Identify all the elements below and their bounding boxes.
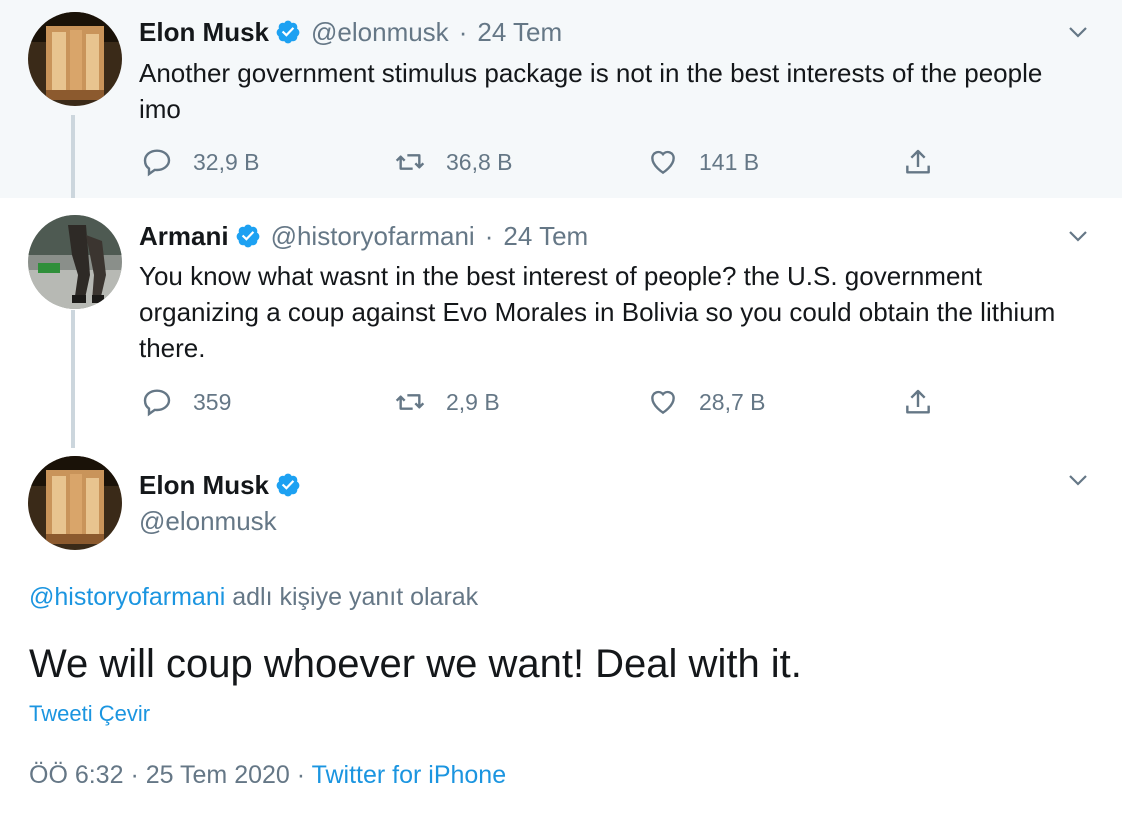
tweet-header: Elon Musk @elonmusk · 24 Tem — [139, 17, 562, 47]
reply-suffix: adlı kişiye yanıt olarak — [225, 583, 479, 611]
verified-badge-icon — [235, 223, 261, 249]
retweet-button[interactable]: 36,8 B — [394, 146, 513, 178]
retweet-count: 36,8 B — [446, 148, 513, 175]
avatar-elonmusk[interactable] — [28, 456, 122, 550]
reply-button[interactable]: 359 — [141, 386, 231, 418]
parent-tweet-historyofarmani[interactable]: Armani @historyofarmani · 24 Tem You kno… — [0, 198, 1122, 446]
like-icon — [647, 386, 679, 418]
verified-badge-icon — [275, 19, 301, 45]
reply-mention-link[interactable]: @historyofarmani — [29, 583, 225, 611]
tweet-time[interactable]: ÖÖ 6:32 · 25 Tem 2020 · — [29, 761, 312, 789]
reply-icon — [141, 146, 173, 178]
verified-badge-icon — [275, 472, 301, 498]
tweet-header: Armani @historyofarmani · 24 Tem — [139, 221, 588, 251]
reply-count: 32,9 B — [193, 148, 260, 175]
chevron-down-icon[interactable] — [1066, 468, 1090, 492]
separator: · — [458, 17, 468, 47]
chevron-down-icon[interactable] — [1066, 224, 1090, 248]
thread-connector — [71, 310, 75, 448]
avatar-elonmusk[interactable] — [28, 12, 122, 106]
share-icon[interactable] — [902, 387, 934, 419]
reply-button[interactable]: 32,9 B — [141, 146, 260, 178]
thread-connector — [71, 115, 75, 205]
separator: · — [484, 221, 494, 251]
like-button[interactable]: 28,7 B — [647, 386, 766, 418]
like-button[interactable]: 141 B — [647, 146, 759, 178]
chevron-down-icon[interactable] — [1066, 20, 1090, 44]
retweet-count: 2,9 B — [446, 388, 500, 415]
reply-count: 359 — [193, 388, 232, 415]
display-name[interactable]: Armani — [139, 221, 229, 251]
main-tweet-name-row: Elon Musk — [139, 470, 311, 500]
reply-icon — [141, 386, 173, 418]
parent-tweet-elonmusk[interactable]: Elon Musk @elonmusk · 24 Tem Another gov… — [0, 0, 1122, 198]
tweet-text: You know what wasnt in the best interest… — [139, 261, 1056, 363]
timestamp[interactable]: 24 Tem — [477, 17, 562, 47]
display-name[interactable]: Elon Musk — [139, 17, 269, 47]
translate-tweet-link[interactable]: Tweeti Çevir — [29, 700, 150, 728]
retweet-icon — [394, 386, 426, 418]
tweet-metadata: ÖÖ 6:32 · 25 Tem 2020 · Twitter for iPho… — [29, 760, 506, 790]
retweet-button[interactable]: 2,9 B — [394, 386, 500, 418]
handle[interactable]: @historyofarmani — [271, 221, 475, 251]
replying-to: @historyofarmani adlı kişiye yanıt olara… — [29, 582, 478, 612]
like-count: 141 B — [699, 148, 760, 175]
handle[interactable]: @elonmusk — [139, 506, 277, 536]
tweet-source-link[interactable]: Twitter for iPhone — [312, 761, 507, 789]
avatar-historyofarmani[interactable] — [28, 215, 122, 309]
retweet-icon — [394, 146, 426, 178]
main-tweet-text: We will coup whoever we want! Deal with … — [29, 642, 802, 686]
display-name[interactable]: Elon Musk — [139, 470, 269, 500]
timestamp[interactable]: 24 Tem — [503, 221, 588, 251]
like-count: 28,7 B — [699, 388, 766, 415]
tweet-text: Another government stimulus package is n… — [139, 58, 1043, 124]
main-tweet-handle-row: @elonmusk — [139, 506, 277, 536]
share-icon[interactable] — [902, 147, 934, 179]
like-icon — [647, 146, 679, 178]
handle[interactable]: @elonmusk — [311, 17, 449, 47]
